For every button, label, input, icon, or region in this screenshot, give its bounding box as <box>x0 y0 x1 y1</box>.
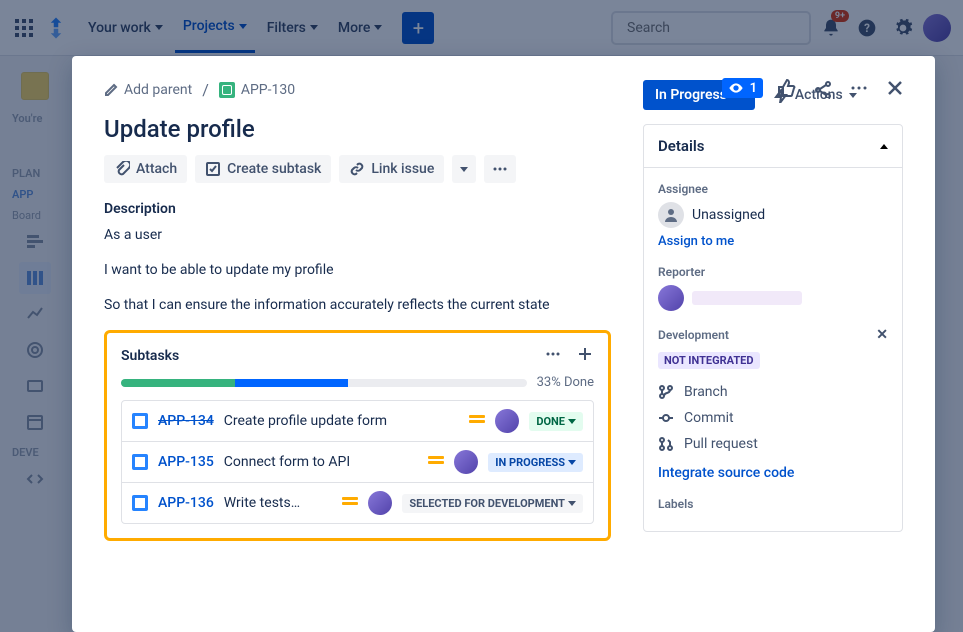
dismiss-dev-icon[interactable]: ✕ <box>876 327 888 343</box>
subtasks-title: Subtasks <box>121 348 179 364</box>
subtask-summary: Create profile update form <box>224 413 460 429</box>
integrate-source-link[interactable]: Integrate source code <box>658 465 794 481</box>
close-icon[interactable] <box>883 76 907 100</box>
details-toggle[interactable]: Details <box>644 125 902 168</box>
description-label: Description <box>104 201 611 217</box>
like-icon[interactable] <box>775 76 799 100</box>
assignee-value[interactable]: Unassigned <box>658 202 888 228</box>
subtask-row[interactable]: APP-135 Connect form to API IN PROGRESS <box>122 442 593 483</box>
more-issue-actions[interactable] <box>484 155 516 183</box>
create-subtask-button[interactable]: Create subtask <box>195 155 331 183</box>
chevron-up-icon <box>880 144 888 149</box>
subtask-list: APP-134 Create profile update form DONE AP… <box>121 400 594 524</box>
reporter-value[interactable] <box>658 285 888 311</box>
subtask-row[interactable]: APP-136 Write tests… SELECTED FOR DEVELOPM… <box>122 483 593 523</box>
dev-commit-link[interactable]: Commit <box>658 405 888 431</box>
dev-pr-link[interactable]: Pull request <box>658 431 888 457</box>
subtask-type-icon <box>132 454 148 470</box>
priority-icon <box>428 456 444 468</box>
commit-icon <box>658 410 674 426</box>
subtask-status-dropdown[interactable]: DONE <box>529 412 583 431</box>
add-subtask-icon[interactable] <box>576 345 594 367</box>
progress-label: 33% Done <box>537 375 594 390</box>
assignee-avatar[interactable] <box>454 450 478 474</box>
subtasks-panel: Subtasks 33% Done APP-134 Create profile … <box>104 330 611 541</box>
subtask-type-icon <box>132 495 148 511</box>
priority-icon <box>469 415 485 427</box>
branch-icon <box>658 384 674 400</box>
subtask-status-dropdown[interactable]: IN PROGRESS <box>488 453 583 472</box>
issue-title[interactable]: Update profile <box>104 115 611 143</box>
link-issue-button[interactable]: Link issue <box>339 155 444 183</box>
story-type-icon <box>219 82 235 98</box>
priority-icon <box>342 497 358 509</box>
attachment-icon <box>114 161 130 177</box>
share-icon[interactable] <box>811 76 835 100</box>
not-integrated-badge: NOT INTEGRATED <box>658 352 760 369</box>
reporter-name-redacted <box>692 291 802 305</box>
pull-request-icon <box>658 436 674 452</box>
link-issue-dropdown[interactable] <box>452 155 476 183</box>
description-line[interactable]: So that I can ensure the information acc… <box>104 295 611 316</box>
subtask-row[interactable]: APP-134 Create profile update form DONE <box>122 401 593 442</box>
more-actions-icon[interactable] <box>847 76 871 100</box>
assign-to-me-link[interactable]: Assign to me <box>658 234 734 249</box>
attach-button[interactable]: Attach <box>104 155 187 183</box>
reporter-label: Reporter <box>658 265 888 279</box>
link-icon <box>349 161 365 177</box>
unassigned-avatar-icon <box>658 202 684 228</box>
assignee-label: Assignee <box>658 182 888 196</box>
subtask-type-icon <box>132 413 148 429</box>
dev-branch-link[interactable]: Branch <box>658 379 888 405</box>
pencil-icon <box>104 83 118 97</box>
subtask-status-dropdown[interactable]: SELECTED FOR DEVELOPMENT <box>402 494 583 513</box>
watch-button[interactable]: 1 <box>722 78 763 98</box>
subtasks-progress-bar <box>121 379 527 387</box>
issue-modal: 1 Add parent / APP-130 Update profile At… <box>72 56 935 632</box>
subtask-key-link[interactable]: APP-135 <box>158 454 214 470</box>
subtask-summary: Write tests… <box>224 495 333 511</box>
reporter-avatar <box>658 285 684 311</box>
add-parent-link[interactable]: Add parent <box>104 82 192 98</box>
subtask-key-link[interactable]: APP-134 <box>158 413 214 429</box>
development-label: Development <box>658 328 729 342</box>
subtask-icon <box>205 161 221 177</box>
subtask-key-link[interactable]: APP-136 <box>158 495 214 511</box>
assignee-avatar[interactable] <box>495 409 519 433</box>
subtask-summary: Connect form to API <box>224 454 419 470</box>
details-panel: Details Assignee Unassigned Assign to me… <box>643 124 903 532</box>
subtasks-more-icon[interactable] <box>544 345 562 367</box>
description-line[interactable]: As a user <box>104 225 611 246</box>
assignee-avatar[interactable] <box>368 491 392 515</box>
breadcrumb: Add parent / APP-130 <box>104 80 611 99</box>
labels-label: Labels <box>658 497 888 511</box>
issue-key-link[interactable]: APP-130 <box>219 82 295 98</box>
eye-icon <box>728 80 744 96</box>
description-line[interactable]: I want to be able to update my profile <box>104 260 611 281</box>
